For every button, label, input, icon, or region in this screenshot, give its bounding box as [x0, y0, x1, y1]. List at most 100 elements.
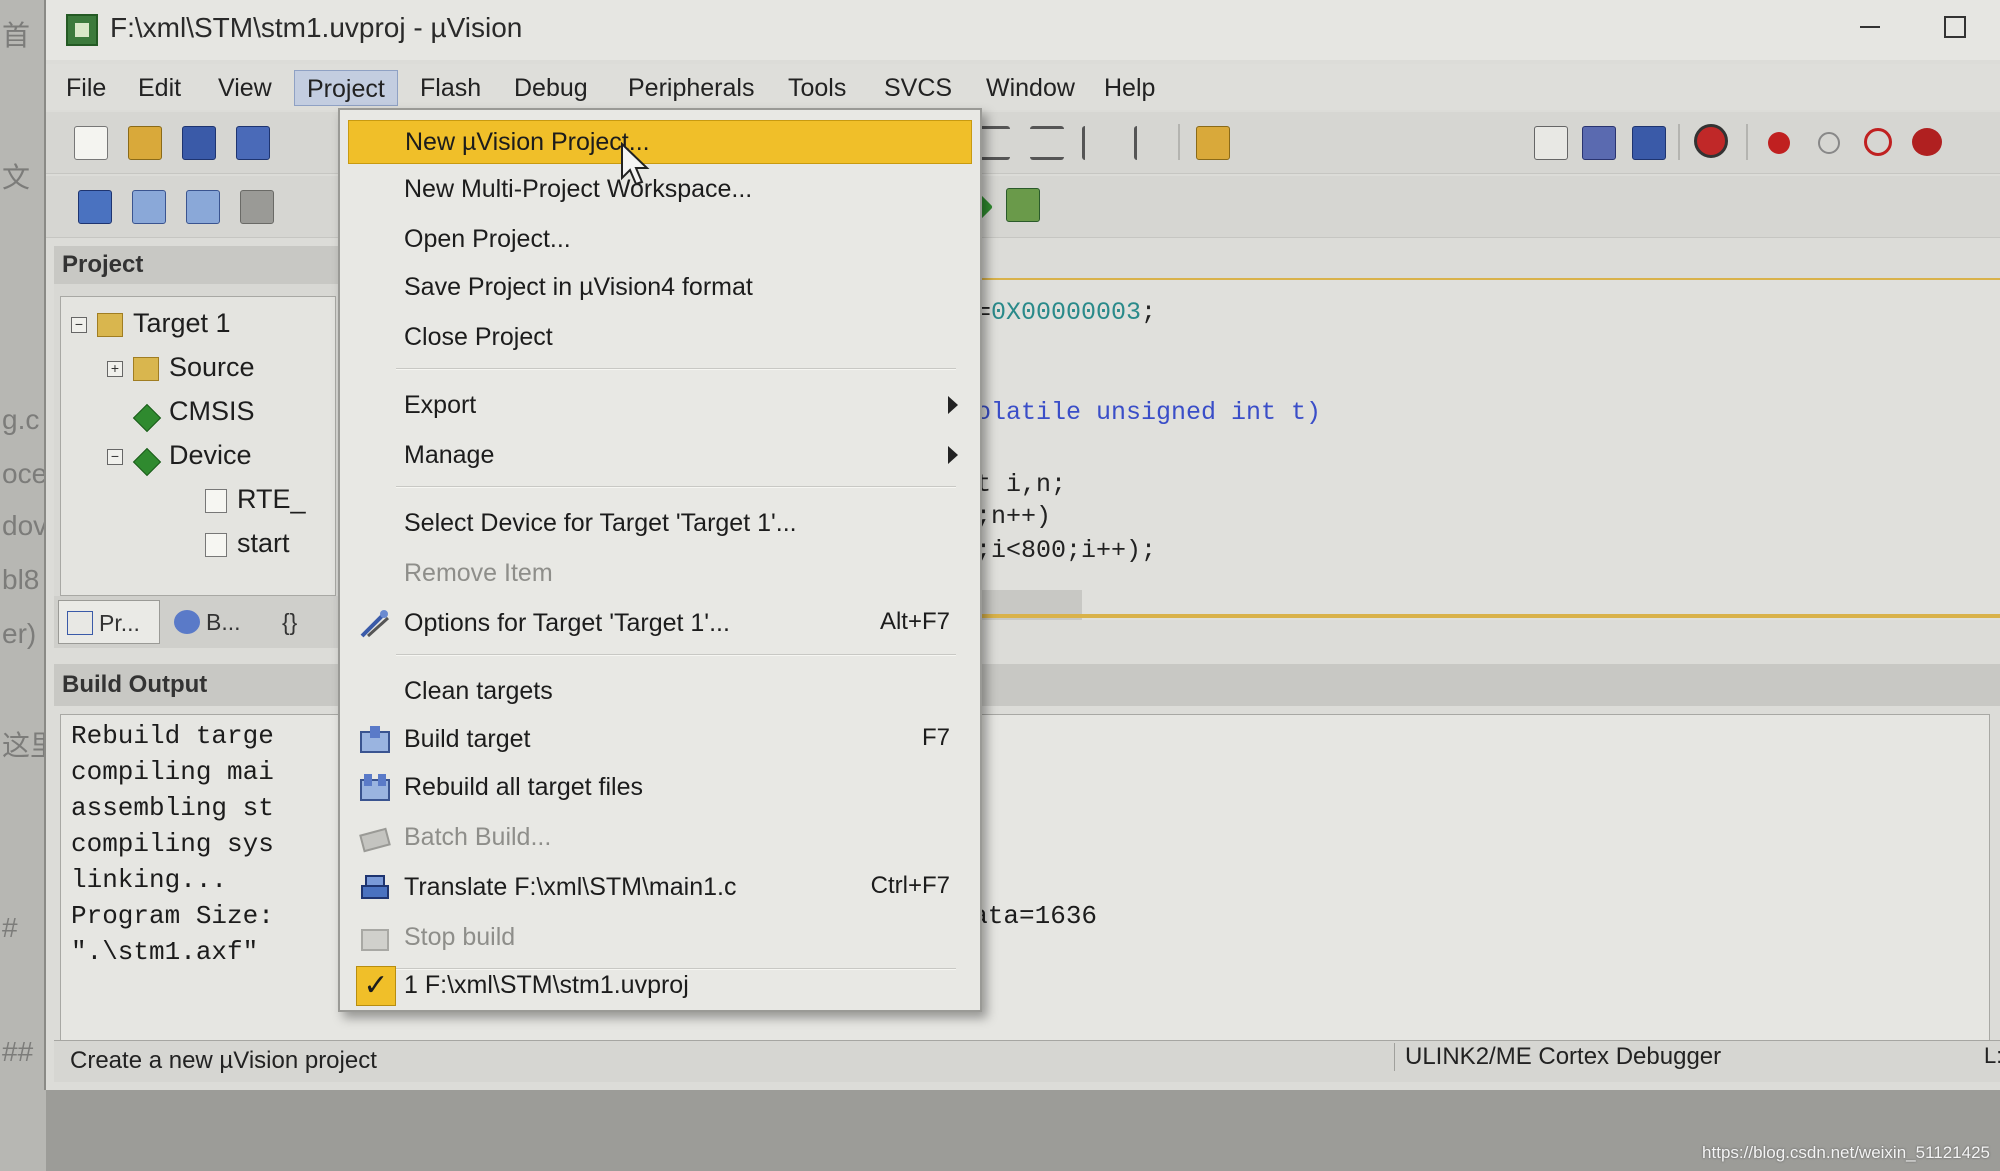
tree-item-target[interactable]: − Target 1 — [71, 305, 231, 341]
menu-options-for-target[interactable]: Options for Target 'Target 1'... Alt+F7 — [348, 602, 972, 646]
menu-select-device[interactable]: Select Device for Target 'Target 1'... — [348, 502, 972, 546]
browse-folder-icon[interactable] — [1196, 126, 1230, 160]
title-bar[interactable]: F:\xml\STM\stm1.uvproj - µVision — [46, 0, 2000, 60]
source-browser-icon[interactable] — [1632, 126, 1666, 160]
menu-item-label: Batch Build... — [404, 823, 552, 851]
status-position: L: — [1984, 1043, 2000, 1068]
uncomment-icon[interactable] — [1134, 126, 1168, 160]
tab-label: Pr... — [99, 610, 140, 636]
menu-window[interactable]: Window — [974, 70, 1087, 106]
collapse-icon[interactable]: − — [107, 448, 123, 465]
output-line: assembling st — [71, 793, 274, 823]
status-bar: Create a new µVision project ULINK2/ME C… — [54, 1040, 2000, 1082]
menu-remove-item: Remove Item — [348, 552, 972, 596]
build-icon[interactable] — [132, 190, 166, 224]
menu-help[interactable]: Help — [1092, 70, 1167, 106]
tree-item-label: RTE_ — [237, 484, 306, 514]
mouse-cursor-icon — [621, 142, 650, 186]
tree-item-cmsis[interactable]: CMSIS — [133, 393, 255, 429]
batch-build-icon[interactable] — [240, 190, 274, 224]
code-editor[interactable]: =0X00000003; olatile unsigned int t) t i… — [946, 280, 2000, 620]
batch-build-icon — [359, 827, 391, 853]
background-text: 文 — [2, 162, 31, 193]
menu-debug[interactable]: Debug — [502, 70, 600, 106]
save-all-icon[interactable] — [236, 126, 270, 160]
background-text: g.c — [2, 404, 40, 435]
menu-export[interactable]: Export — [348, 384, 972, 428]
menu-new-uvision-project[interactable]: New µVision Project... — [348, 120, 972, 164]
tab-project[interactable]: Pr... — [58, 600, 160, 644]
menu-recent-project-1[interactable]: ✓ 1 F:\xml\STM\stm1.uvproj — [348, 964, 972, 1008]
code-line: t i,n; — [976, 470, 1067, 499]
menu-manage[interactable]: Manage — [348, 434, 972, 478]
unindent-icon[interactable] — [1030, 126, 1064, 160]
menu-new-multi-project-workspace[interactable]: New Multi-Project Workspace... — [348, 168, 972, 212]
menu-view[interactable]: View — [206, 70, 284, 106]
component-icon — [133, 401, 159, 425]
menu-edit[interactable]: Edit — [126, 70, 193, 106]
folder-icon — [133, 356, 159, 381]
tree-item-label: Source — [169, 352, 255, 382]
menu-file[interactable]: File — [54, 70, 118, 106]
menu-tools[interactable]: Tools — [776, 70, 858, 106]
menu-shortcut: F7 — [921, 724, 950, 751]
menu-separator — [396, 486, 956, 488]
submenu-arrow-icon — [948, 446, 958, 464]
collapse-icon[interactable]: − — [71, 316, 87, 333]
menu-item-label: Export — [404, 391, 477, 419]
code-line: ;i<800;i++); — [976, 536, 1157, 565]
comment-icon[interactable] — [1082, 126, 1116, 160]
minimize-button[interactable] — [1850, 10, 1890, 46]
menu-rebuild-all[interactable]: Rebuild all target files — [348, 766, 972, 810]
output-line: Program Size: — [71, 901, 274, 931]
project-panel: Project − Target 1 + Source CMSIS − Device … — [54, 246, 344, 646]
maximize-button[interactable] — [1934, 10, 1974, 46]
project-tree: − Target 1 + Source CMSIS − Device RTE_ sta… — [60, 296, 336, 596]
menu-svcs[interactable]: SVCS — [872, 70, 964, 106]
background-text: # — [2, 912, 18, 943]
menu-build-target[interactable]: Build target F7 — [348, 718, 972, 762]
debug-session-icon[interactable] — [1694, 124, 1728, 158]
open-folder-icon[interactable] — [128, 126, 162, 160]
menu-translate[interactable]: Translate F:\xml\STM\main1.c Ctrl+F7 — [348, 866, 972, 910]
menu-item-label: Save Project in µVision4 format — [404, 273, 753, 301]
dropdown-icon[interactable] — [1534, 126, 1568, 160]
insert-breakpoint-icon[interactable] — [1768, 132, 1790, 154]
translate-icon[interactable] — [78, 190, 112, 224]
menu-peripherals[interactable]: Peripherals — [616, 70, 766, 106]
menu-item-label: Stop build — [404, 923, 516, 951]
menu-flash[interactable]: Flash — [408, 70, 493, 106]
new-file-icon[interactable] — [74, 126, 108, 160]
output-line: linking... — [71, 865, 228, 895]
menu-item-label: Clean targets — [404, 677, 553, 705]
uvision-window: F:\xml\STM\stm1.uvproj - µVision File Ed… — [44, 0, 2000, 1090]
kill-breakpoints-icon[interactable] — [1912, 128, 1942, 156]
menu-save-project-v4[interactable]: Save Project in µVision4 format — [348, 266, 972, 310]
menu-stop-build: Stop build — [348, 916, 972, 960]
tree-item-source[interactable]: + Source — [107, 349, 255, 385]
menu-item-label: Select Device for Target 'Target 1'... — [404, 509, 797, 537]
tree-item-rte[interactable]: RTE_ — [205, 481, 306, 517]
menu-project[interactable]: Project — [294, 70, 398, 106]
tree-item-device[interactable]: − Device — [107, 437, 252, 473]
rebuild-icon[interactable] — [186, 190, 220, 224]
background-text: 这里 — [2, 730, 46, 761]
enable-breakpoint-icon[interactable] — [1818, 132, 1840, 154]
project-panel-title: Project — [54, 246, 344, 284]
menu-separator — [396, 368, 956, 370]
tab-books[interactable]: B... — [166, 600, 266, 644]
disable-breakpoints-icon[interactable] — [1864, 128, 1892, 156]
save-icon[interactable] — [182, 126, 216, 160]
menu-close-project[interactable]: Close Project — [348, 316, 972, 360]
find-in-files-icon[interactable] — [1582, 126, 1616, 160]
tree-item-startup[interactable]: start — [205, 525, 290, 561]
background-text: bl8 — [2, 564, 40, 595]
pack-installer-icon[interactable] — [1006, 188, 1040, 222]
tab-functions[interactable]: {} — [272, 600, 332, 644]
menu-clean-targets[interactable]: Clean targets — [348, 670, 972, 714]
tab-label: B... — [206, 609, 241, 635]
code-line: olatile unsigned int t) — [976, 398, 1322, 427]
menu-open-project[interactable]: Open Project... — [348, 218, 972, 262]
menu-item-label: Rebuild all target files — [404, 773, 644, 801]
expand-icon[interactable]: + — [107, 360, 123, 377]
